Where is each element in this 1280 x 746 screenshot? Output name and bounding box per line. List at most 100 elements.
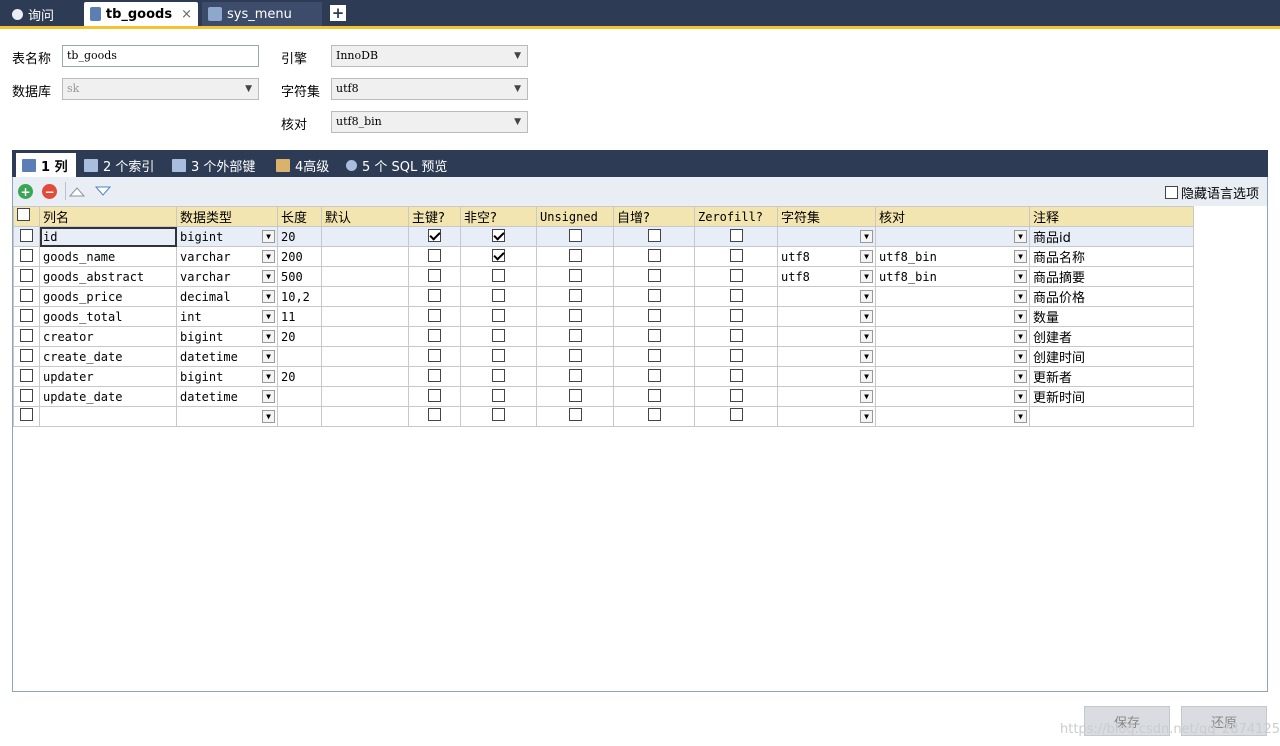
dropdown-arrow-icon[interactable]: ▼ — [1014, 250, 1027, 263]
row-checkbox[interactable] — [20, 368, 33, 382]
collation-cell[interactable]: ▼ — [875, 386, 1030, 407]
zerofill-checkbox[interactable] — [729, 348, 743, 362]
dropdown-arrow-icon[interactable]: ▼ — [860, 410, 873, 423]
autoinc-checkbox[interactable] — [647, 308, 661, 322]
dropdown-arrow-icon[interactable]: ▼ — [262, 370, 275, 383]
unsigned-checkbox[interactable] — [568, 348, 582, 362]
dropdown-arrow-icon[interactable]: ▼ — [860, 290, 873, 303]
zerofill-cell[interactable] — [694, 386, 778, 407]
data-type-cell[interactable]: bigint ▼ — [176, 366, 278, 387]
pk-cell[interactable] — [408, 246, 461, 267]
comment-cell[interactable]: 商品价格 — [1029, 286, 1194, 307]
dropdown-arrow-icon[interactable]: ▼ — [262, 350, 275, 363]
pk-cell[interactable] — [408, 266, 461, 287]
collation-cell[interactable]: ▼ — [875, 306, 1030, 327]
unsigned-checkbox[interactable] — [568, 308, 582, 322]
unsigned-cell[interactable] — [536, 366, 614, 387]
tab-columns[interactable]: 1 列 — [16, 153, 76, 177]
collation-cell[interactable]: utf8_bin ▼ — [875, 246, 1030, 267]
row-checkbox[interactable] — [20, 408, 33, 422]
charset-cell[interactable]: ▼ — [777, 286, 876, 307]
pk-cell[interactable] — [408, 346, 461, 367]
dropdown-arrow-icon[interactable]: ▼ — [860, 270, 873, 283]
length-cell[interactable]: 10,2 — [277, 286, 322, 307]
table-row[interactable]: ▼ ▼ ▼ — [13, 406, 1194, 427]
zerofill-cell[interactable] — [694, 346, 778, 367]
dropdown-arrow-icon[interactable]: ▼ — [860, 230, 873, 243]
data-type-cell[interactable]: int ▼ — [176, 306, 278, 327]
comment-cell[interactable]: 商品摘要 — [1029, 266, 1194, 287]
comment-cell[interactable]: 数量 — [1029, 306, 1194, 327]
notnull-checkbox[interactable] — [492, 348, 505, 362]
data-type-cell[interactable]: datetime ▼ — [176, 386, 278, 407]
length-cell[interactable]: 11 — [277, 306, 322, 327]
zerofill-cell[interactable] — [694, 306, 778, 327]
add-column-button[interactable]: + — [18, 184, 33, 199]
table-row[interactable]: create_date datetime ▼ ▼ ▼ 创建时间 — [13, 346, 1194, 367]
row-select-cell[interactable] — [13, 286, 40, 307]
default-cell[interactable] — [321, 406, 409, 427]
row-select-cell[interactable] — [13, 386, 40, 407]
zerofill-cell[interactable] — [694, 406, 778, 427]
dropdown-arrow-icon[interactable]: ▼ — [262, 310, 275, 323]
autoinc-checkbox[interactable] — [647, 368, 661, 382]
column-name-cell[interactable]: goods_abstract — [39, 266, 177, 287]
row-select-cell[interactable] — [13, 306, 40, 327]
notnull-cell[interactable] — [460, 286, 537, 307]
unsigned-checkbox[interactable] — [568, 268, 582, 282]
dropdown-arrow-icon[interactable]: ▼ — [1014, 290, 1027, 303]
autoinc-checkbox[interactable] — [647, 288, 661, 302]
dropdown-arrow-icon[interactable]: ▼ — [262, 270, 275, 283]
collation-cell[interactable]: utf8_bin ▼ — [875, 266, 1030, 287]
unsigned-cell[interactable] — [536, 226, 614, 247]
notnull-cell[interactable] — [460, 366, 537, 387]
notnull-checkbox[interactable] — [492, 328, 505, 342]
unsigned-checkbox[interactable] — [568, 328, 582, 342]
dropdown-arrow-icon[interactable]: ▼ — [1014, 350, 1027, 363]
hide-language-option[interactable]: 隐藏语言选项 — [1164, 183, 1259, 202]
row-checkbox[interactable] — [20, 268, 33, 282]
notnull-cell[interactable] — [460, 306, 537, 327]
data-type-cell[interactable]: bigint ▼ — [176, 326, 278, 347]
pk-checkbox[interactable] — [428, 388, 441, 402]
column-name-cell[interactable]: create_date — [39, 346, 177, 367]
notnull-cell[interactable] — [460, 346, 537, 367]
charset-cell[interactable]: ▼ — [777, 386, 876, 407]
zerofill-checkbox[interactable] — [729, 308, 743, 322]
collation-select[interactable]: utf8_bin ▼ — [331, 111, 528, 133]
charset-cell[interactable]: ▼ — [777, 406, 876, 427]
tab-advanced[interactable]: 4高级 — [270, 153, 335, 177]
autoinc-cell[interactable] — [613, 366, 695, 387]
dropdown-arrow-icon[interactable]: ▼ — [262, 230, 275, 243]
data-type-cell[interactable]: varchar ▼ — [176, 266, 278, 287]
notnull-checkbox[interactable] — [492, 368, 505, 382]
column-name-cell[interactable]: goods_name — [39, 246, 177, 267]
select-all-checkbox[interactable] — [17, 208, 30, 221]
dropdown-arrow-icon[interactable]: ▼ — [262, 410, 275, 423]
pk-checkbox[interactable] — [428, 268, 441, 282]
length-cell[interactable] — [277, 346, 322, 367]
table-name-input[interactable]: tb_goods — [62, 45, 259, 67]
dropdown-arrow-icon[interactable]: ▼ — [1014, 410, 1027, 423]
row-select-cell[interactable] — [13, 266, 40, 287]
default-cell[interactable] — [321, 326, 409, 347]
dropdown-arrow-icon[interactable]: ▼ — [860, 250, 873, 263]
unsigned-checkbox[interactable] — [568, 388, 582, 402]
unsigned-cell[interactable] — [536, 266, 614, 287]
autoinc-cell[interactable] — [613, 406, 695, 427]
comment-cell[interactable]: 商品id — [1029, 226, 1194, 247]
tab-sys-menu[interactable]: sys_menu — [202, 2, 322, 26]
column-name-cell[interactable]: creator — [39, 326, 177, 347]
comment-cell[interactable]: 更新者 — [1029, 366, 1194, 387]
zerofill-checkbox[interactable] — [729, 288, 743, 302]
pk-checkbox[interactable] — [428, 288, 441, 302]
pk-checkbox[interactable] — [428, 408, 441, 422]
row-checkbox[interactable] — [20, 328, 33, 342]
data-type-cell[interactable]: decimal ▼ — [176, 286, 278, 307]
default-cell[interactable] — [321, 246, 409, 267]
dropdown-arrow-icon[interactable]: ▼ — [1014, 370, 1027, 383]
autoinc-cell[interactable] — [613, 386, 695, 407]
dropdown-arrow-icon[interactable]: ▼ — [860, 330, 873, 343]
row-select-cell[interactable] — [13, 226, 40, 247]
autoinc-checkbox[interactable] — [647, 408, 661, 422]
